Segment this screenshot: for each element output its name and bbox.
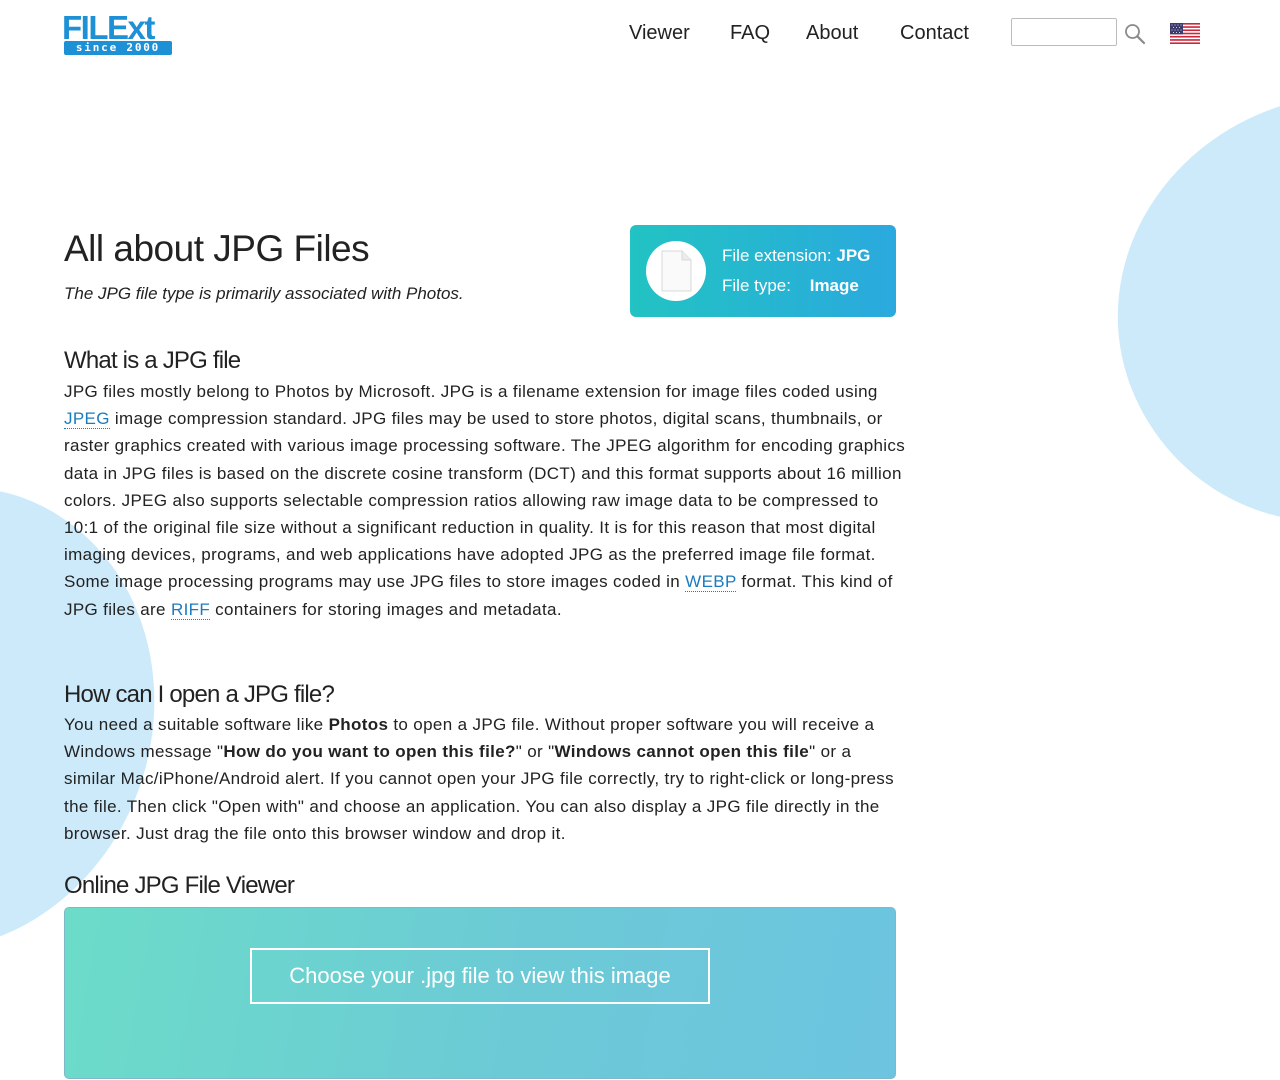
what-text-1: JPG files mostly belong to Photos by Mic…	[64, 382, 878, 401]
nav-link-viewer[interactable]: Viewer	[629, 20, 690, 46]
nav-link-contact[interactable]: Contact	[900, 20, 969, 46]
file-extension-label: File extension:	[722, 246, 832, 265]
what-is-paragraph: JPG files mostly belong to Photos by Mic…	[64, 378, 906, 623]
open-bold-how-open: How do you want to open this file?	[223, 742, 516, 762]
how-open-paragraph: You need a suitable software like Photos…	[64, 711, 904, 847]
file-type-label: File type:	[722, 276, 791, 295]
file-extension-row: File extension: JPG	[722, 246, 870, 266]
page-title: All about JPG Files	[64, 228, 370, 269]
link-riff[interactable]: RIFF	[170, 599, 211, 620]
file-icon-circle	[646, 241, 706, 301]
us-flag-icon[interactable]	[1170, 23, 1200, 44]
file-info-card: File extension: JPG File type: Image	[630, 225, 896, 317]
what-text-2: image compression standard. JPG files ma…	[64, 409, 906, 592]
choose-file-button[interactable]: Choose your .jpg file to view this image	[250, 948, 710, 1004]
page: FILExt since 2000 Viewer FAQ About Conta…	[0, 0, 1280, 1080]
section-heading-how-open: How can I open a JPG file?	[64, 681, 335, 708]
section-heading-viewer: Online JPG File Viewer	[64, 872, 295, 899]
decorative-blob-right	[1062, 59, 1280, 577]
search-input[interactable]	[1011, 18, 1117, 46]
file-document-icon	[661, 250, 692, 292]
page-subtitle: The JPG file type is primarily associate…	[64, 284, 464, 303]
open-text-3: " or "	[515, 742, 555, 762]
nav-link-about[interactable]: About	[806, 20, 858, 46]
file-viewer-dropzone[interactable]: Choose your .jpg file to view this image	[64, 907, 896, 1079]
link-jpeg[interactable]: JPEG	[64, 409, 110, 430]
section-heading-what-is: What is a JPG file	[64, 347, 241, 374]
file-extension-value: JPG	[836, 246, 871, 265]
search-icon[interactable]	[1124, 23, 1146, 45]
open-text-1: You need a suitable software like	[64, 715, 329, 734]
logo-text: FILExt	[62, 9, 155, 46]
open-bold-cannot-open: Windows cannot open this file	[554, 742, 810, 762]
logo-since-text: since 2000	[64, 41, 172, 55]
file-type-row: File type: Image	[722, 276, 859, 296]
what-text-4: containers for storing images and metada…	[210, 599, 562, 619]
site-logo[interactable]: FILExt since 2000	[62, 11, 172, 56]
link-webp[interactable]: WEBP	[685, 572, 737, 593]
site-header: FILExt since 2000 Viewer FAQ About Conta…	[0, 0, 1280, 70]
open-bold-photos: Photos	[328, 715, 389, 734]
file-type-value: Image	[809, 276, 859, 295]
nav-link-faq[interactable]: FAQ	[730, 20, 770, 46]
